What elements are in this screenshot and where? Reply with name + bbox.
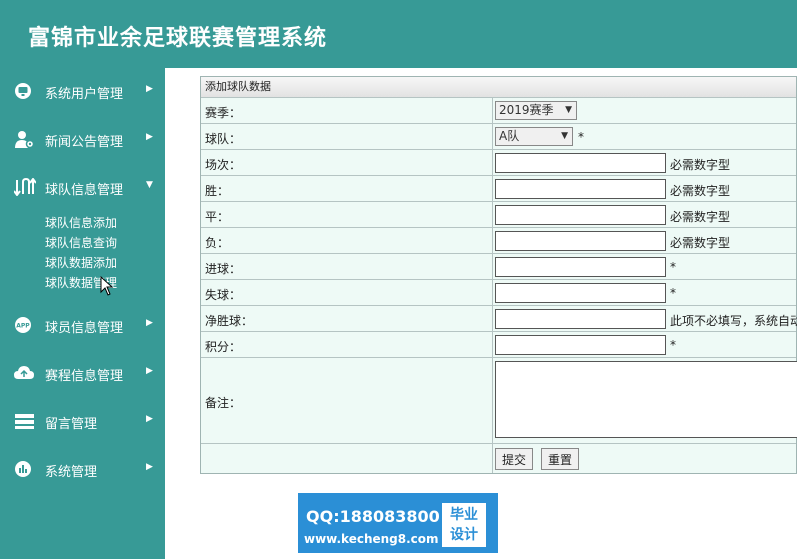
wins-input[interactable] [495,179,666,199]
form-heading: 添加球队数据 [201,77,796,98]
field-label: 赛季： [205,106,242,120]
field-hint: 必需数字型 [670,236,731,250]
nav-schedule[interactable]: 赛程信息管理 ▶ [0,358,165,388]
row-season: 赛季： 2019赛季 ▼ [201,98,796,124]
row-wins: 胜： 必需数字型 [201,176,796,202]
nav-label: 系统管理 [45,465,98,480]
required-mark: * [578,130,584,144]
user-gear-icon [15,131,35,148]
field-hint: 此项不必填写，系统自动 [670,314,797,328]
swap-icon [14,178,36,196]
nav-label: 球队信息管理 [45,183,124,198]
chevron-right-icon: ▶ [146,462,153,472]
nav-system[interactable]: 系统管理 ▶ [0,454,165,484]
team-selected: A队 [499,129,520,143]
field-label: 进球： [205,262,242,276]
chevron-right-icon: ▶ [146,366,153,376]
row-points: 积分： * [201,332,796,358]
app-header: 富锦市业余足球联赛管理系统 [0,0,797,68]
row-goal-diff: 净胜球： 此项不必填写，系统自动 [201,306,797,332]
chevron-down-icon: ▼ [565,105,572,115]
goal-diff-input[interactable] [495,309,666,329]
field-label: 胜： [205,184,230,198]
losses-input[interactable] [495,231,666,251]
watermark-qq: QQ:188083800 [306,507,440,526]
layers-icon [15,414,34,429]
nav-players[interactable]: APP 球员信息管理 ▶ [0,310,165,340]
goals-against-input[interactable] [495,283,666,303]
row-losses: 负： 必需数字型 [201,228,796,254]
field-label: 备注： [205,396,242,410]
chevron-down-icon: ▼ [561,131,568,141]
nav-system-users[interactable]: 系统用户管理 ▶ [0,76,165,106]
reset-button[interactable]: 重置 [541,448,580,470]
submit-button[interactable]: 提交 [495,448,534,470]
nav-news[interactable]: 新闻公告管理 ▶ [0,124,165,154]
sub-team-add[interactable]: 球队信息添加 [45,214,117,231]
chevron-right-icon: ▶ [146,132,153,142]
required-mark: * [670,260,676,274]
row-matches: 场次： 必需数字型 [201,150,796,176]
chevron-right-icon: ▶ [146,318,153,328]
nav-label: 赛程信息管理 [45,369,124,384]
cloud-icon [14,366,34,379]
nav-messages[interactable]: 留言管理 ▶ [0,406,165,436]
chevron-right-icon: ▶ [146,84,153,94]
field-label: 场次： [205,158,242,172]
field-label: 失球： [205,288,242,302]
chevron-down-icon: ▼ [146,180,153,190]
remarks-textarea[interactable] [495,361,797,438]
field-hint: 必需数字型 [670,158,731,172]
nav-team-info[interactable]: 球队信息管理 ▼ [0,172,165,202]
draws-input[interactable] [495,205,666,225]
bar-chart-icon [15,461,31,477]
team-select[interactable]: A队 ▼ [495,127,573,146]
nav-label: 新闻公告管理 [45,135,124,150]
row-goals-against: 失球： * [201,280,796,306]
badge-line1: 毕业 [450,507,478,523]
nav-label: 球员信息管理 [45,321,124,336]
sub-team-query[interactable]: 球队信息查询 [45,234,117,251]
field-hint: 必需数字型 [670,184,731,198]
watermark-site: www.kecheng8.com [304,532,439,546]
season-selected: 2019赛季 [499,103,554,117]
field-label: 积分： [205,340,242,354]
app-icon: APP [15,317,31,333]
watermark-banner: QQ:188083800 www.kecheng8.com 毕业 设计 [298,493,498,553]
badge-line2: 设计 [450,527,478,543]
mouse-cursor-icon [100,276,114,296]
season-select[interactable]: 2019赛季 ▼ [495,101,577,120]
field-label: 球队： [205,132,242,146]
app-title: 富锦市业余足球联赛管理系统 [28,25,328,51]
row-actions: 提交 重置 [201,444,796,473]
row-goals-for: 进球： * [201,254,796,280]
field-label: 负： [205,236,230,250]
monitor-icon [15,83,31,99]
points-input[interactable] [495,335,666,355]
row-remarks: 备注： [201,358,797,444]
watermark-badge: 毕业 设计 [442,503,486,547]
goals-for-input[interactable] [495,257,666,277]
field-label: 平： [205,210,230,224]
required-mark: * [670,338,676,352]
row-team: 球队： A队 ▼ * [201,124,796,150]
field-label: 净胜球： [205,314,254,328]
svg-text:APP: APP [16,323,30,330]
nav-label: 留言管理 [45,417,98,432]
chevron-right-icon: ▶ [146,414,153,424]
sub-teamdata-add[interactable]: 球队数据添加 [45,254,117,271]
nav-label: 系统用户管理 [45,87,124,102]
row-draws: 平： 必需数字型 [201,202,796,228]
field-hint: 必需数字型 [670,210,731,224]
sidebar: 系统用户管理 ▶ 新闻公告管理 ▶ 球队信息管理 ▼ 球队信息添加 球队信息查询… [0,68,165,559]
required-mark: * [670,286,676,300]
team-data-form: 添加球队数据 赛季： 2019赛季 ▼ 球队： A队 ▼ * 场次： 必需数字型… [200,76,797,474]
matches-input[interactable] [495,153,666,173]
